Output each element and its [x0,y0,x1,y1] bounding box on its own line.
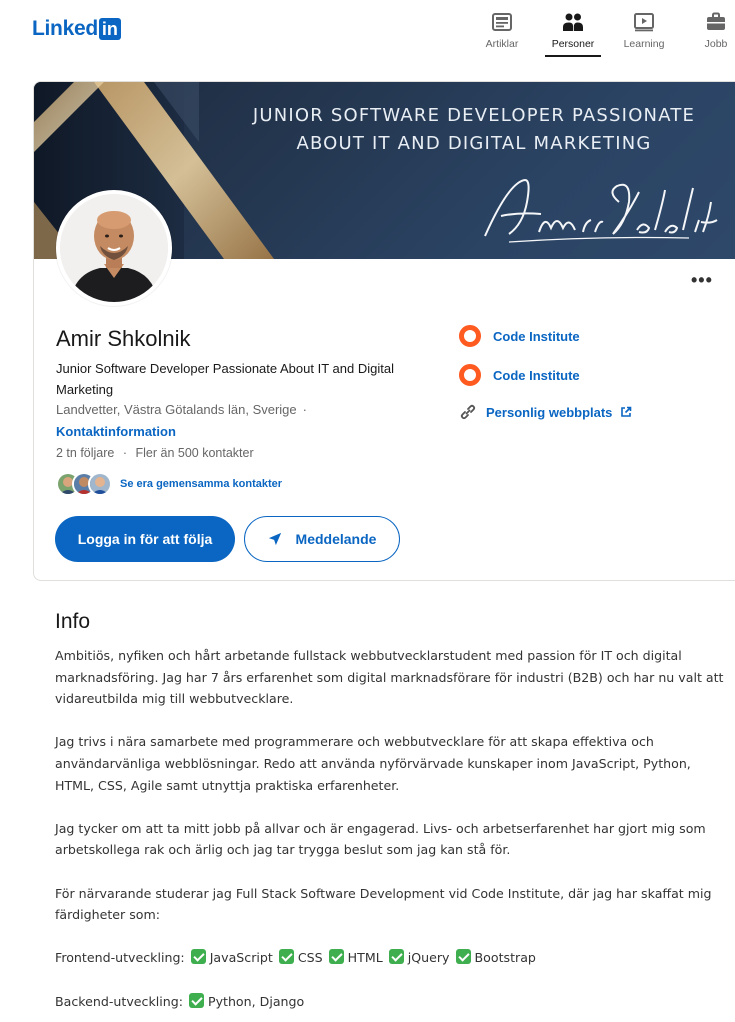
frontend-skill: JavaScript [209,950,273,966]
info-paragraph-2: Jag trivs i nära samarbete med programme… [55,734,691,793]
code-institute-logo-icon [459,325,481,347]
location-text: Landvetter, Västra Götalands län, Sverig… [56,402,297,417]
briefcase-icon [707,12,725,30]
website-link[interactable]: Personlig webbplats [459,401,632,423]
people-icon [563,13,583,31]
frontend-skill: jQuery [407,950,450,966]
profile-avatar[interactable] [56,190,172,306]
articles-icon [492,13,512,31]
nav-item-articles[interactable]: Artiklar [472,10,532,54]
top-navigation: Linked in Artiklar Personer Learning Jobb [0,0,735,60]
follow-button[interactable]: Logga in för att följa [55,516,235,562]
linkedin-logo[interactable]: Linked in [32,17,121,41]
signature-image [484,178,718,243]
checkmark-icon [188,992,204,1008]
location-separator: · [302,402,307,417]
link-icon [460,404,476,420]
info-paragraph-3: Jag tycker om att ta mitt jobb på allvar… [55,820,706,858]
mutual-avatar-3 [88,472,112,496]
external-link-icon [621,406,632,417]
mutual-connections-link[interactable]: Se era gemensamma kontakter [120,478,282,490]
profile-location: Landvetter, Västra Götalands län, Sverig… [56,402,307,417]
followers-separator: · [122,446,128,460]
checkmark-icon [455,949,471,965]
frontend-skill: Bootstrap [474,950,536,966]
nav-label-jobs: Jobb [704,38,728,50]
logo-box: in [98,18,121,40]
nav-label-people: Personer [551,38,595,50]
backend-label: Backend-utveckling: [55,993,183,1009]
more-options-button[interactable]: ••• [691,270,713,291]
banner-line-1: JUNIOR SOFTWARE DEVELOPER PASSIONATE [252,105,696,126]
info-paragraph-1: Ambitiös, nyfiken och hårt arbetande ful… [55,648,724,707]
send-icon [268,532,281,546]
profile-name: Amir Shkolnik [56,326,191,351]
profile-headline: Junior Software Developer Passionate Abo… [56,361,394,397]
nav-label-articles: Artiklar [485,38,519,50]
nav-item-people[interactable]: Personer [543,10,603,57]
school-item-2[interactable]: Code Institute [459,364,632,386]
checkmark-icon [190,949,206,965]
profile-card: JUNIOR SOFTWARE DEVELOPER PASSIONATE ABO… [33,81,735,581]
follower-stats: 2 tn följare · Fler än 500 kontakter [56,446,254,460]
contact-info-link[interactable]: Kontaktinformation [56,424,176,439]
banner-title: JUNIOR SOFTWARE DEVELOPER PASSIONATE ABO… [234,102,714,158]
checkmark-icon [278,949,294,965]
logo-word: Linked [32,17,98,40]
frontend-label: Frontend-utveckling: [55,950,185,966]
mutual-connections[interactable]: Se era gemensamma kontakter [56,472,282,496]
profile-photo [60,194,168,302]
nav-item-learning[interactable]: Learning [614,10,674,54]
nav-label-learning: Learning [623,38,665,50]
learning-icon [634,13,654,32]
school-item-1[interactable]: Code Institute [459,325,632,347]
frontend-skills-line: Frontend-utveckling: JavaScript CSS HTML… [55,947,725,969]
checkmark-icon [388,949,404,965]
info-title: Info [55,610,91,633]
info-paragraph-4: För närvarande studerar jag Full Stack S… [55,885,712,923]
message-button-label: Meddelande [295,531,377,547]
school-label-1: Code Institute [493,328,580,344]
checkmark-icon [328,949,344,965]
code-institute-logo-icon [459,364,481,386]
frontend-skill: CSS [297,950,323,966]
connections-count: Fler än 500 kontakter [135,446,254,460]
school-label-2: Code Institute [493,367,580,383]
message-button[interactable]: Meddelande [244,516,400,562]
banner-line-2: ABOUT IT AND DIGITAL MARKETING [296,133,652,154]
backend-skills-line: Backend-utveckling: Python, Django [55,991,725,1013]
backend-skills: Python, Django [207,993,305,1009]
info-section: Info Ambitiös, nyfiken och hårt arbetand… [55,610,725,1022]
followers-count: 2 tn följare [56,446,115,460]
website-label: Personlig webbplats [486,404,613,420]
frontend-skill: HTML [347,950,383,966]
nav-item-jobs[interactable]: Jobb [686,10,735,54]
profile-side-links: Code Institute Code Institute Personlig … [459,325,632,440]
